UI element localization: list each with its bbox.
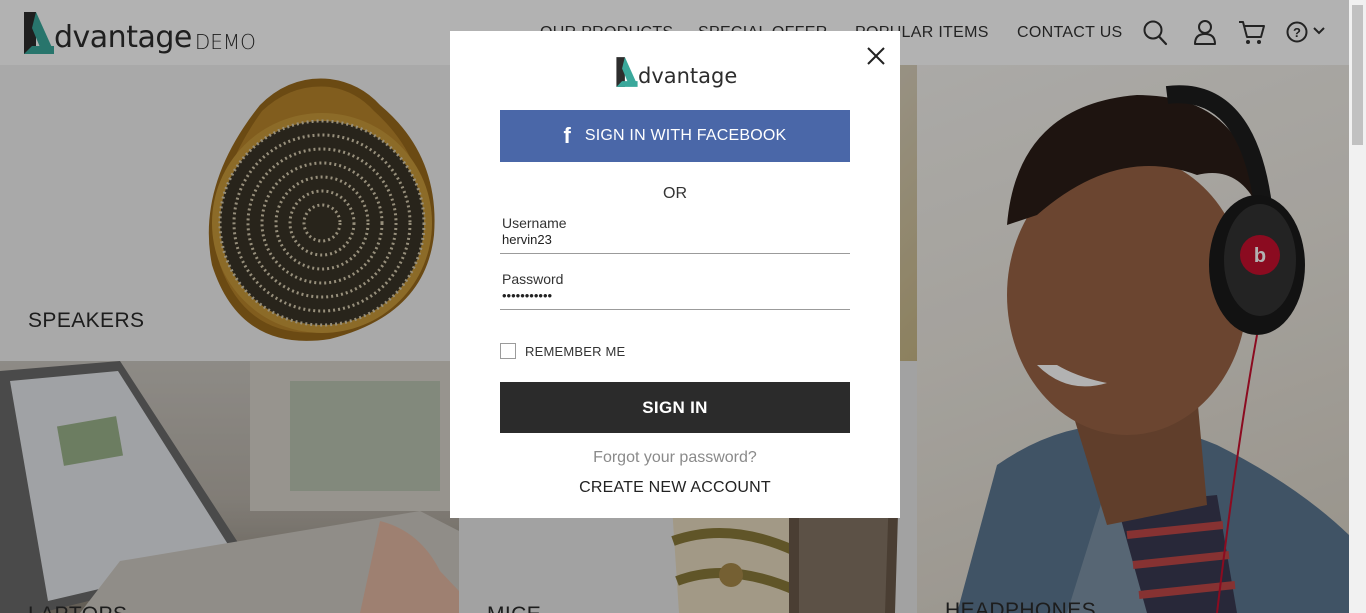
username-field: Username <box>500 215 850 254</box>
remember-me-checkbox[interactable]: REMEMBER ME <box>500 343 625 359</box>
username-input[interactable] <box>500 231 850 247</box>
password-field: Password <box>500 271 850 310</box>
or-divider: OR <box>663 185 687 202</box>
logo-mark-icon <box>616 57 638 87</box>
remember-me-label: REMEMBER ME <box>525 343 626 359</box>
facebook-signin-label: SIGN IN WITH FACEBOOK <box>584 127 787 144</box>
login-modal: dvantage f SIGN IN WITH FACEBOOK OR User… <box>450 31 900 518</box>
sign-in-button[interactable]: SIGN IN <box>500 382 850 433</box>
password-label: Password <box>502 271 564 287</box>
checkbox-box[interactable] <box>500 343 516 359</box>
scrollbar-thumb[interactable] <box>1352 5 1363 145</box>
facebook-signin-button[interactable]: f SIGN IN WITH FACEBOOK <box>500 110 850 162</box>
facebook-icon: f <box>563 123 571 148</box>
forgot-password-link[interactable]: Forgot your password? <box>450 449 900 467</box>
modal-logo: dvantage <box>615 55 737 89</box>
username-label: Username <box>502 215 567 231</box>
create-account-link[interactable]: CREATE NEW ACCOUNT <box>450 479 900 497</box>
modal-logo-word: dvantage <box>638 64 738 88</box>
close-icon[interactable] <box>865 45 887 67</box>
password-input[interactable] <box>500 287 850 303</box>
